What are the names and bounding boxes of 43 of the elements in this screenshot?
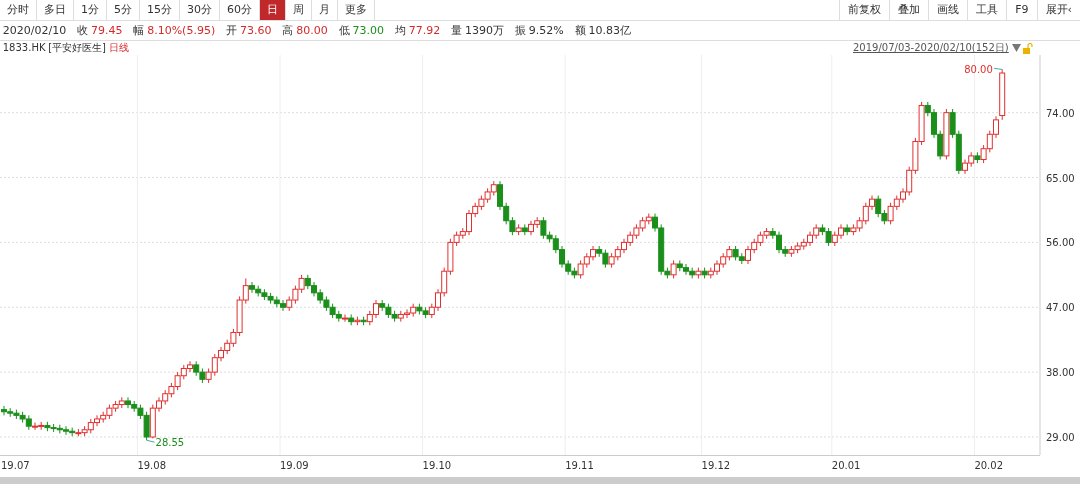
y-axis-label: 29.00 [1046, 432, 1075, 443]
field-label: 额 [574, 23, 586, 39]
field-value: 73.00 [352, 23, 384, 39]
y-axis-label: 56.00 [1046, 237, 1075, 249]
field-label: 收 [77, 23, 89, 39]
x-axis-label: 19.12 [701, 460, 731, 471]
field-value: 77.92 [408, 23, 441, 39]
x-axis-label: 19.07 [1, 460, 30, 471]
field-value: 8.10%(5.95) [147, 23, 216, 39]
field-value: 80.00 [296, 23, 328, 39]
quote-date: 2020/02/10 [2, 23, 67, 39]
field-label: 低 [338, 23, 350, 39]
dropdown-icon[interactable] [1011, 44, 1021, 52]
field-label: 均 [394, 23, 406, 39]
field-label: 高 [282, 23, 294, 39]
y-axis-label: 47.00 [1046, 302, 1075, 314]
x-axis-label: 19.09 [280, 460, 309, 471]
date-range-link[interactable]: 2019/07/03-2020/02/10(152日) [852, 41, 1009, 55]
field-label: 量 [451, 23, 463, 39]
x-axis-label: 19.11 [565, 460, 594, 471]
field-value: 9.52% [528, 23, 564, 39]
field-value: 10.83亿 [588, 23, 631, 39]
field-label: 幅 [133, 23, 145, 39]
field-label: 开 [226, 23, 238, 39]
price-annotation: 28.55 [155, 437, 185, 449]
field-value: 79.45 [90, 23, 123, 39]
y-axis-label: 38.00 [1046, 367, 1075, 379]
period-tab[interactable]: 日 [260, 0, 286, 20]
x-axis-label: 20.02 [974, 460, 1004, 471]
field-value: 1390万 [464, 23, 504, 39]
y-axis-label: 65.00 [1046, 172, 1075, 184]
stock-code: 1833.HK [2, 41, 46, 55]
price-annotation: 80.00 [964, 64, 993, 76]
stock-name: [平安好医生] [48, 41, 107, 55]
y-axis-label: 74.00 [1046, 107, 1075, 119]
field-value: 73.60 [239, 23, 272, 39]
leader-line [146, 439, 156, 443]
field-label: 振 [514, 23, 526, 39]
period-label: 日线 [108, 41, 129, 55]
leader-line [993, 67, 1003, 70]
x-axis-label: 19.08 [137, 460, 167, 471]
x-axis-label: 19.10 [422, 460, 452, 471]
x-axis-label: 20.01 [831, 460, 861, 471]
